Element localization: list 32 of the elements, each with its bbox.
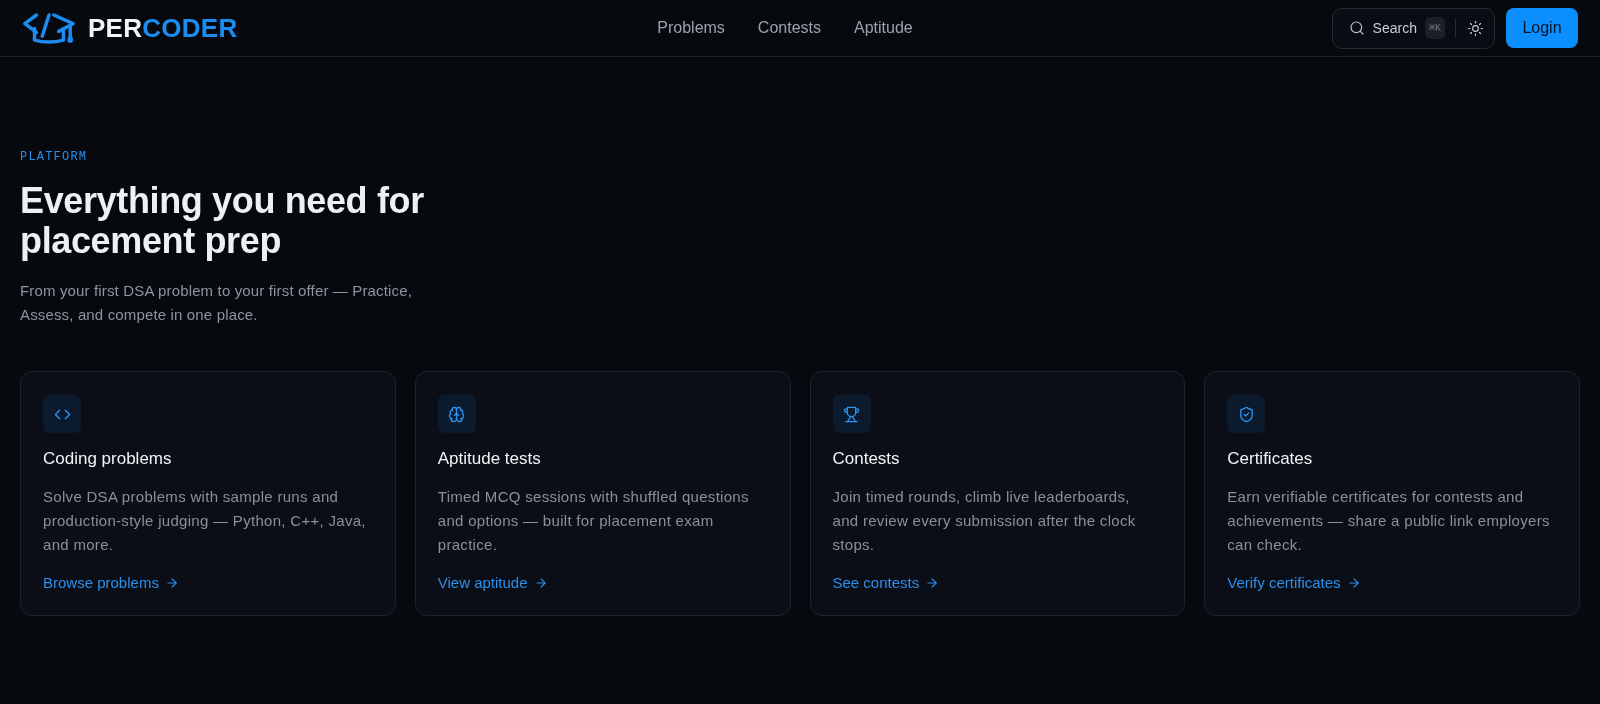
- card-title: Certificates: [1227, 448, 1313, 470]
- sun-icon: [1466, 19, 1484, 37]
- arrow-right-icon: [533, 576, 548, 590]
- nav-link[interactable]: Contests: [757, 16, 821, 40]
- card-link[interactable]: View aptitude: [437, 571, 548, 595]
- hero-heading: Everything you need for placement prep: [20, 181, 425, 261]
- card-description: Earn verifiable certificates for contests and achievements — share a public link employers can check.: [1227, 487, 1551, 555]
- nav-link[interactable]: Problems: [657, 16, 725, 40]
- home-logo-link[interactable]: PERCODER: [22, 11, 238, 45]
- section-eyebrow: PLATFORM: [20, 149, 88, 165]
- search-button[interactable]: Search ⌘K: [1348, 17, 1445, 39]
- brain-icon: [437, 395, 476, 433]
- shield-check-icon: [1227, 395, 1266, 433]
- search-icon: [1348, 20, 1365, 36]
- card-title: Contests: [832, 448, 900, 470]
- login-button[interactable]: Login: [1506, 8, 1578, 48]
- logo-icon: [22, 11, 76, 45]
- nav-link[interactable]: Aptitude: [854, 16, 913, 40]
- card-link[interactable]: Verify certificates: [1227, 571, 1361, 595]
- card-title: Aptitude tests: [437, 448, 541, 470]
- card-description: Join timed rounds, climb live leaderboards, and review every submission after the clock stops.: [832, 487, 1137, 555]
- card-title: Coding problems: [43, 448, 172, 470]
- code-icon: [43, 395, 81, 433]
- arrow-right-icon: [1346, 576, 1361, 590]
- shortcut-key: ⌘K: [1424, 17, 1445, 39]
- hero-subtitle: From your first DSA problem to your first offer — Practice, Assess, and compete in one place.: [20, 281, 414, 325]
- card-link[interactable]: Browse problems: [43, 571, 179, 595]
- card-description: Solve DSA problems with sample runs and production-style judging — Python, C++, Java, and more.: [43, 487, 367, 555]
- theme-toggle-button[interactable]: [1466, 19, 1484, 37]
- card-description: Timed MCQ sessions with shuffled questions and options — built for placement exam practice.: [437, 487, 750, 555]
- trophy-icon: [832, 395, 871, 433]
- card-link[interactable]: See contests: [832, 571, 940, 595]
